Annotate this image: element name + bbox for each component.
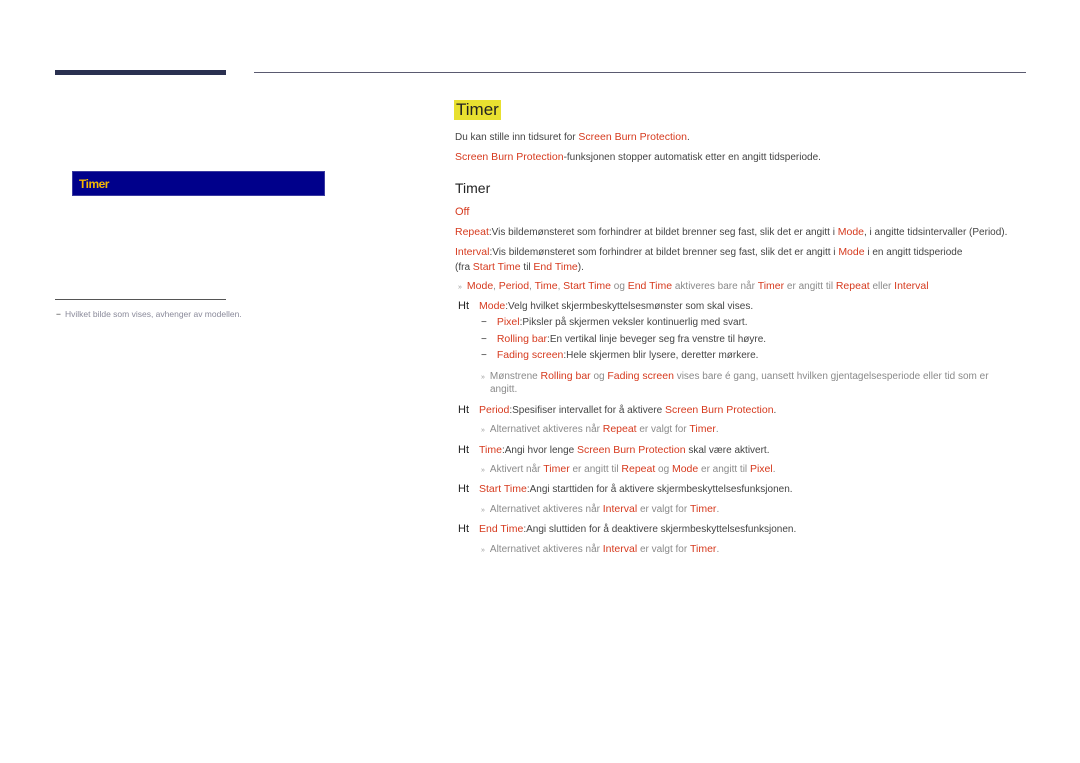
- note-4: » Aktivert når Timer er angitt til Repeat…: [481, 463, 776, 475]
- section-heading: Timer: [455, 180, 491, 196]
- intro-line-2: Screen Burn Protection-funksjonen stoppe…: [455, 151, 821, 163]
- note-icon: »: [481, 547, 485, 554]
- item-fading-screen: − Fading screen:Hele skjermen blir lysere…: [481, 349, 759, 361]
- header-rule: [254, 72, 1026, 73]
- item-mode: Ht Mode:Velg hvilket skjermbeskyttelsesmø…: [458, 300, 754, 312]
- note-icon: »: [481, 427, 485, 434]
- note-2: » Mønstrene Rolling bar og Fading screen …: [481, 370, 989, 382]
- footnote-text: Hvilket bilde som vises, avhenger av mod…: [64, 309, 242, 319]
- option-repeat: Repeat:Vis bildemønsteret som forhindrer…: [455, 226, 1008, 238]
- note-icon: »: [458, 284, 462, 291]
- item-rolling-bar: − Rolling bar:En vertikal linje beveger s…: [481, 333, 767, 345]
- option-interval-line2: (fra Start Time til End Time).: [455, 261, 584, 273]
- item-pixel: − Pixel:Piksler på skjermen veksler konti…: [481, 316, 748, 328]
- footnote-rule: [55, 299, 226, 300]
- note-5: » Alternativet aktiveres når Interval er …: [481, 503, 720, 515]
- option-interval: Interval:Vis bildemønsteret som forhindr…: [455, 246, 963, 258]
- option-off: Off: [455, 206, 470, 218]
- intro-line-1: Du kan stille inn tidsuret for Screen Bu…: [455, 131, 690, 143]
- sidebar-item-label: Timer: [79, 177, 109, 191]
- note-icon: »: [481, 507, 485, 514]
- note-1: » Mode, Period, Time, Start Time og End T…: [458, 280, 929, 292]
- note-icon: »: [481, 467, 485, 474]
- note-2-line2: angitt.: [490, 384, 518, 395]
- item-end-time: Ht End Time:Angi sluttiden for å deaktive…: [458, 523, 797, 535]
- item-period: Ht Period:Spesifiser intervallet for å ak…: [458, 404, 777, 416]
- dash-icon: −: [56, 309, 61, 319]
- note-icon: »: [481, 374, 485, 381]
- note-6: » Alternativet aktiveres når Interval er …: [481, 543, 720, 555]
- footnote: − Hvilket bilde som vises, avhenger av mo…: [56, 309, 242, 319]
- page-title: Timer: [454, 100, 501, 120]
- note-3: » Alternativet aktiveres når Repeat er va…: [481, 423, 719, 435]
- header-bar-thick: [55, 70, 226, 75]
- item-start-time: Ht Start Time:Angi starttiden for å aktiv…: [458, 483, 793, 495]
- item-time: Ht Time:Angi hvor lenge Screen Burn Prote…: [458, 444, 770, 456]
- sidebar-item-timer[interactable]: Timer: [72, 171, 325, 196]
